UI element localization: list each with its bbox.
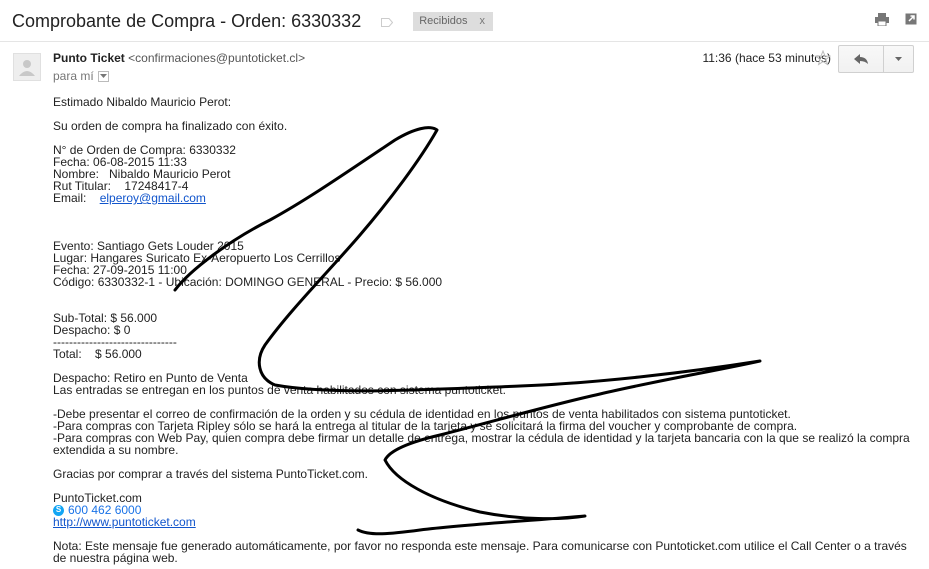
recipient-label: para mí (53, 69, 94, 83)
reply-button[interactable] (839, 46, 884, 72)
intro: Su orden de compra ha finalizado con éxi… (53, 119, 288, 133)
label-chip-inbox[interactable]: Recibidos x (413, 11, 494, 31)
printer-icon[interactable] (875, 13, 889, 26)
skype-icon: S (53, 504, 64, 516)
reply-button-group (838, 45, 914, 73)
separator: ------------------------------- (53, 335, 177, 349)
email-body: Estimado Nibaldo Mauricio Perot: Su orde… (53, 96, 913, 564)
subject-bar: Comprobante de Compra - Orden: 6330332 R… (12, 8, 494, 34)
reply-icon (854, 54, 868, 64)
sender-avatar[interactable] (13, 53, 41, 81)
sender-name[interactable]: Punto Ticket (53, 51, 125, 65)
email-label: Email: (53, 191, 100, 205)
customer-email-link[interactable]: elperoy@gmail.com (100, 191, 206, 205)
top-icons (875, 13, 917, 26)
star-icon[interactable] (815, 50, 831, 66)
total: Total: $ 56.000 (53, 347, 142, 361)
more-actions-button[interactable] (884, 46, 913, 72)
signature-name: PuntoTicket.com (53, 491, 142, 505)
caret-down-icon (99, 74, 107, 78)
recipient-details-toggle[interactable] (97, 70, 109, 82)
customer-email-line: Email: elperoy@gmail.com (53, 192, 913, 204)
sender-line: Punto Ticket <confirmaciones@puntoticket… (53, 51, 305, 65)
importance-marker-icon[interactable] (381, 17, 394, 27)
person-icon (19, 60, 35, 76)
delivery-info: Las entradas se entregan en los puntos d… (53, 383, 506, 397)
email-subject: Comprobante de Compra - Orden: 6330332 (12, 10, 362, 31)
website-link[interactable]: http://www.puntoticket.com (53, 515, 196, 529)
note-3: -Para compras con Web Pay, quien compra … (53, 431, 910, 457)
final-note: Nota: Este mensaje fue generado automáti… (53, 539, 907, 565)
header-divider (0, 41, 929, 42)
recipient-line: para mí (53, 69, 109, 83)
ticket-code: Código: 6330332-1 - Ubicación: DOMINGO G… (53, 275, 443, 289)
label-chip-text: Recibidos (419, 15, 468, 27)
label-remove-button[interactable]: x (480, 15, 486, 27)
shipping-cost: Despacho: $ 0 (53, 323, 131, 337)
caret-down-icon (895, 57, 902, 61)
sender-email: <confirmaciones@puntoticket.cl> (128, 51, 306, 65)
thanks: Gracias por comprar a través del sistema… (53, 467, 368, 481)
subtotal: Sub-Total: $ 56.000 (53, 311, 158, 325)
message-time: 11:36 (hace 53 minutos) (702, 51, 831, 65)
greeting: Estimado Nibaldo Mauricio Perot: (53, 95, 232, 109)
open-new-window-icon[interactable] (905, 13, 917, 25)
